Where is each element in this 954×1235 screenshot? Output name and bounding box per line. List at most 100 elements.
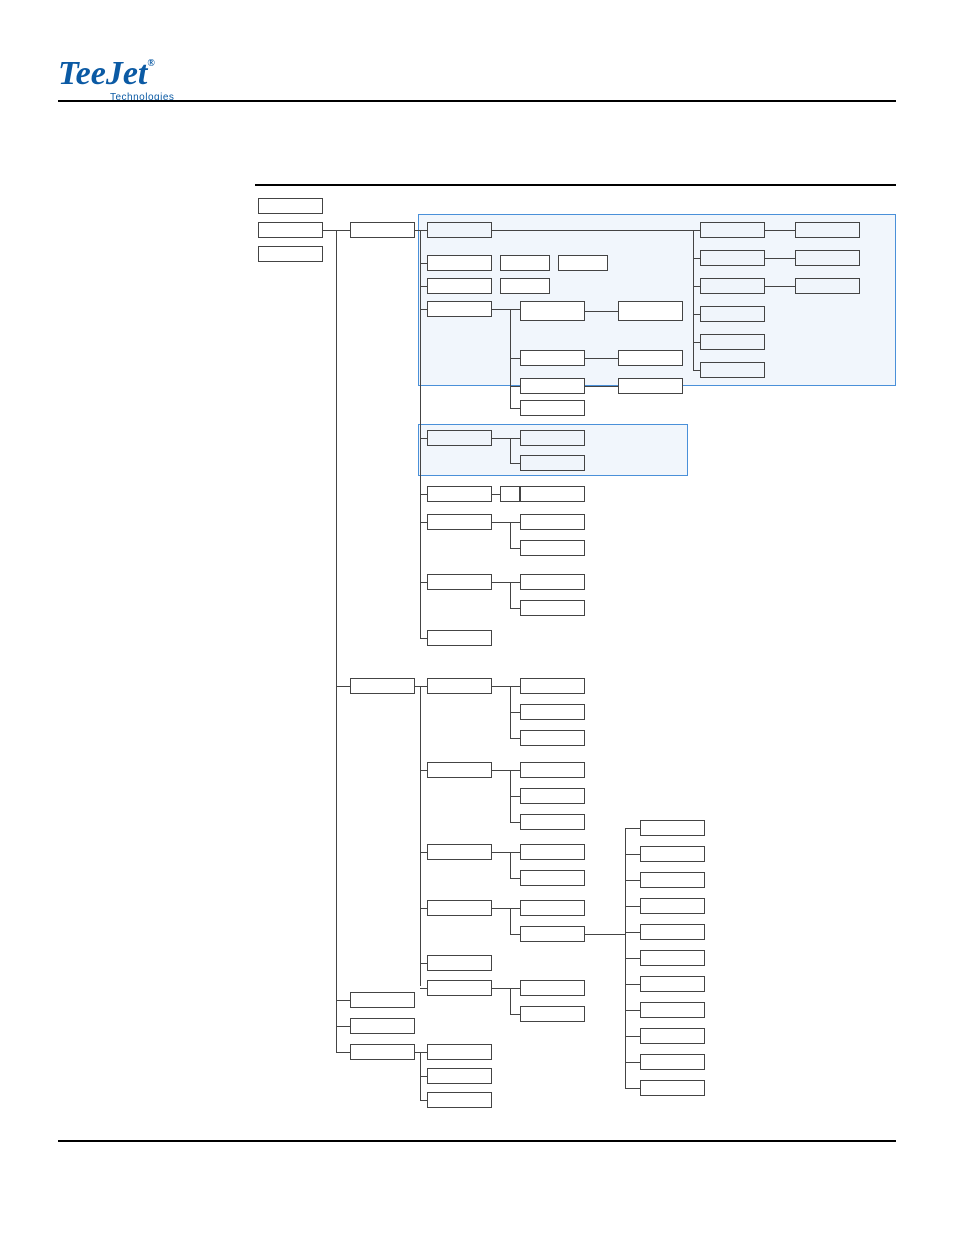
diagram-node xyxy=(427,222,492,238)
diagram-node xyxy=(640,1054,705,1070)
header-rule xyxy=(58,100,896,102)
diagram-node xyxy=(700,334,765,350)
diagram-node xyxy=(520,926,585,942)
diagram-node xyxy=(427,1044,492,1060)
connector-line xyxy=(420,638,427,639)
diagram-node xyxy=(640,1028,705,1044)
connector-line xyxy=(420,1100,427,1101)
connector-line xyxy=(510,738,520,739)
diagram-node xyxy=(640,950,705,966)
diagram-node xyxy=(618,301,683,321)
connector-line xyxy=(765,230,795,231)
connector-line xyxy=(415,686,427,687)
diagram-node xyxy=(520,430,585,446)
connector-line xyxy=(693,314,700,315)
connector-line xyxy=(420,582,427,583)
connector-line xyxy=(510,582,511,608)
diagram-node xyxy=(500,255,550,271)
connector-line xyxy=(492,522,520,523)
diagram-node xyxy=(520,844,585,860)
connector-line xyxy=(693,230,694,370)
diagram-node xyxy=(427,762,492,778)
connector-line xyxy=(765,286,795,287)
diagram-node xyxy=(558,255,608,271)
section-rule xyxy=(255,184,896,186)
diagram-node xyxy=(350,678,415,694)
diagram-node xyxy=(520,400,585,416)
connector-line xyxy=(492,770,520,771)
connector-line xyxy=(420,309,427,310)
diagram-node xyxy=(350,222,415,238)
connector-line xyxy=(625,932,640,933)
diagram-node xyxy=(520,814,585,830)
diagram-node xyxy=(350,1018,415,1034)
connector-line xyxy=(420,263,427,264)
diagram-node xyxy=(520,762,585,778)
connector-line xyxy=(492,686,520,687)
connector-line xyxy=(420,686,421,986)
diagram-node xyxy=(700,222,765,238)
connector-line xyxy=(336,1052,350,1053)
diagram-node xyxy=(350,992,415,1008)
diagram-node xyxy=(258,246,323,262)
diagram-node xyxy=(427,1092,492,1108)
footer-rule xyxy=(58,1140,896,1142)
connector-line xyxy=(510,438,511,463)
diagram-node xyxy=(520,378,585,394)
connector-line xyxy=(492,908,520,909)
diagram-node xyxy=(640,872,705,888)
connector-line xyxy=(510,796,520,797)
diagram-node xyxy=(427,980,492,996)
diagram-node xyxy=(520,870,585,886)
connector-line xyxy=(420,852,427,853)
connector-line xyxy=(420,770,427,771)
diagram-node xyxy=(427,955,492,971)
diagram-node xyxy=(520,788,585,804)
connector-line xyxy=(420,230,421,638)
diagram-node xyxy=(427,630,492,646)
diagram-node xyxy=(520,704,585,720)
connector-line xyxy=(336,686,350,687)
connector-line xyxy=(625,1036,640,1037)
connector-line xyxy=(510,934,520,935)
diagram-node xyxy=(520,301,585,321)
connector-line xyxy=(415,1052,427,1053)
diagram-node xyxy=(427,514,492,530)
connector-line xyxy=(510,386,520,387)
diagram-node xyxy=(520,574,585,590)
connector-line xyxy=(510,852,511,878)
connector-line xyxy=(625,1088,640,1089)
diagram-node xyxy=(640,1080,705,1096)
diagram-node xyxy=(427,486,492,502)
diagram-node xyxy=(427,255,492,271)
connector-line xyxy=(625,1010,640,1011)
diagram-node xyxy=(258,198,323,214)
connector-line xyxy=(585,386,618,387)
connector-line xyxy=(492,309,520,310)
connector-line xyxy=(625,958,640,959)
diagram-node xyxy=(700,306,765,322)
diagram-node xyxy=(427,301,492,317)
diagram-node xyxy=(795,222,860,238)
diagram-node xyxy=(520,486,585,502)
connector-line xyxy=(510,608,520,609)
connector-line xyxy=(510,1014,520,1015)
connector-line xyxy=(420,494,427,495)
diagram-node xyxy=(700,362,765,378)
diagram-node xyxy=(700,250,765,266)
connector-line xyxy=(510,908,511,934)
connector-line xyxy=(625,880,640,881)
connector-line xyxy=(625,854,640,855)
connector-line xyxy=(625,1062,640,1063)
diagram-node xyxy=(795,250,860,266)
brand-logo: TeeJet® xyxy=(58,60,155,87)
connector-line xyxy=(336,230,337,1052)
diagram-node xyxy=(700,278,765,294)
connector-line xyxy=(415,230,427,231)
connector-line xyxy=(420,522,427,523)
brand-reg: ® xyxy=(147,58,154,69)
connector-line xyxy=(492,852,520,853)
connector-line xyxy=(625,984,640,985)
connector-line xyxy=(510,822,520,823)
connector-line xyxy=(585,358,618,359)
